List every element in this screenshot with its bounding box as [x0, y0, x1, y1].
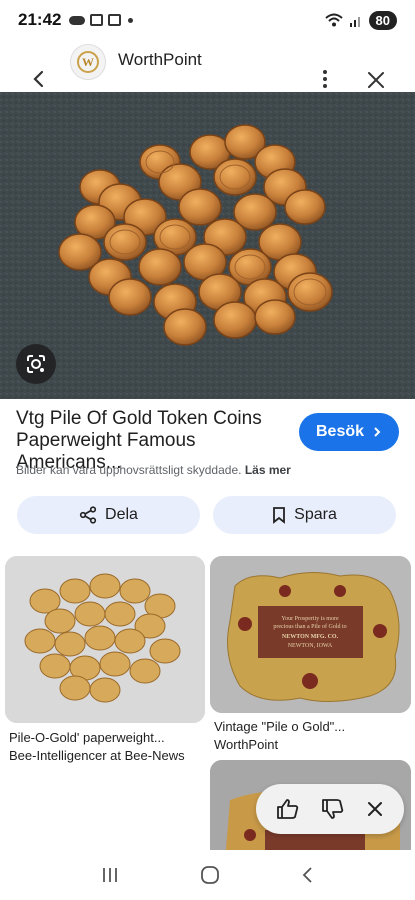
- plaque-line-1: Your Prosperity is more: [281, 616, 339, 622]
- plaque-line-3: NEWTON MFG. CO.: [282, 634, 339, 640]
- more-options-icon[interactable]: [314, 68, 336, 90]
- paperweight-bottom-photo: Your Prosperity is more precious than a …: [210, 556, 411, 713]
- viewer-header: W WorthPoint: [0, 40, 415, 92]
- lens-search-button[interactable]: [16, 344, 56, 384]
- bookmark-icon: [273, 507, 286, 524]
- thumbs-up-icon[interactable]: [276, 798, 300, 820]
- battery-indicator: 80: [368, 10, 397, 30]
- main-image[interactable]: [0, 92, 415, 399]
- related-image-2[interactable]: Your Prosperity is more precious than a …: [210, 556, 411, 713]
- dismiss-icon[interactable]: [366, 800, 384, 818]
- coin-pile-photo: [5, 556, 205, 723]
- site-name[interactable]: WorthPoint: [118, 50, 202, 70]
- signal-icon: [349, 17, 360, 27]
- status-bar: 21:42 80: [0, 0, 415, 40]
- site-logo: W: [70, 44, 106, 80]
- plaque-line-4: NEWTON, IOWA: [288, 643, 333, 649]
- share-label: Dela: [105, 506, 138, 523]
- related-image-1[interactable]: [5, 556, 205, 723]
- learn-more-link[interactable]: Läs mer: [245, 463, 291, 477]
- copyright-notice: Bilder kan vara upphovsrättsligt skyddad…: [16, 463, 291, 477]
- visit-button[interactable]: Besök: [299, 413, 399, 451]
- home-icon[interactable]: [199, 864, 221, 886]
- related-title-1[interactable]: Pile-O-Gold' paperweight...: [9, 730, 165, 745]
- wifi-icon: [324, 13, 343, 27]
- close-icon[interactable]: [364, 68, 388, 92]
- copyright-text: Bilder kan vara upphovsrättsligt skyddad…: [16, 463, 242, 477]
- save-label: Spara: [294, 506, 337, 523]
- lens-icon: [27, 355, 45, 373]
- back-arrow-icon[interactable]: [28, 68, 50, 90]
- more-notifications-icon: [128, 17, 134, 23]
- related-source-1: Bee-Intelligencer at Bee-News: [9, 748, 185, 763]
- related-title-2[interactable]: Vintage "Pile o Gold"...: [214, 719, 345, 734]
- thumbs-down-icon[interactable]: [321, 798, 345, 820]
- gallery-icon: [90, 14, 104, 26]
- visit-label: Besök: [315, 423, 365, 440]
- status-time: 21:42: [18, 10, 62, 29]
- recent-apps-icon[interactable]: [100, 866, 120, 884]
- feedback-panel: [256, 784, 404, 834]
- gold-coins-photo: [0, 92, 415, 399]
- chevron-right-icon: [374, 427, 381, 437]
- save-button[interactable]: Spara: [213, 496, 396, 534]
- related-source-2: WorthPoint: [214, 737, 279, 752]
- cloud-icon: [69, 15, 86, 25]
- system-nav-bar: [0, 850, 415, 900]
- nav-back-icon[interactable]: [300, 865, 316, 885]
- calendar-icon: [108, 14, 122, 26]
- share-button[interactable]: Dela: [17, 496, 200, 534]
- notification-icons: [69, 14, 134, 26]
- plaque-line-2: precious than a Pile of Gold to: [273, 623, 346, 630]
- logo-coin: W: [77, 51, 99, 73]
- share-icon: [79, 506, 97, 524]
